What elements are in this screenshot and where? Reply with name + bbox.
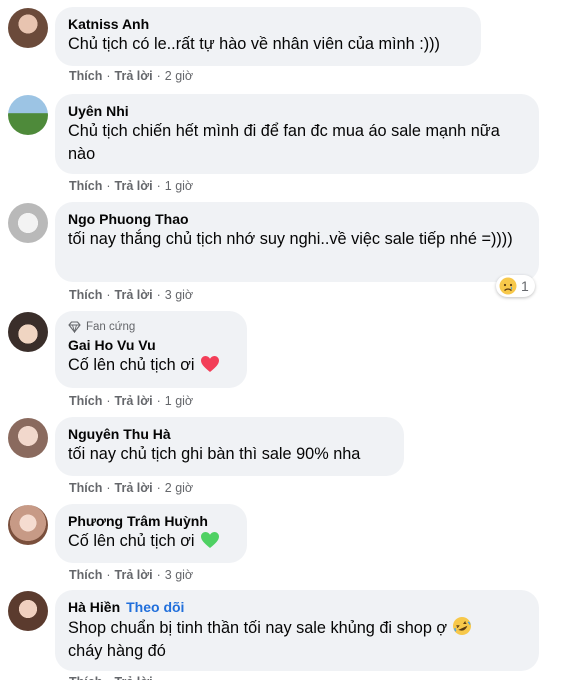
- comment-actions: Thích · Trả lời: [69, 675, 153, 680]
- top-fan-badge: Fan cứng: [68, 319, 234, 335]
- comment-author[interactable]: Uyên Nhi: [68, 102, 526, 120]
- comment-bubble: Phương Trâm Huỳnh Cố lên chủ tịch ơi: [55, 504, 247, 563]
- comment-text: Cố lên chủ tịch ơi: [68, 530, 234, 553]
- like-button[interactable]: Thích: [69, 481, 102, 495]
- avatar[interactable]: [8, 8, 48, 48]
- comment-text: Shop chuẩn bị tinh thần tối nay sale khủ…: [68, 616, 526, 640]
- follow-button[interactable]: Theo dõi: [126, 599, 184, 615]
- like-button[interactable]: Thích: [69, 69, 102, 83]
- comment-text-content: Cố lên chủ tịch ơi: [68, 356, 195, 374]
- comment-timestamp[interactable]: 3 giờ: [165, 568, 193, 582]
- separator: ·: [156, 69, 161, 83]
- avatar[interactable]: [8, 203, 48, 243]
- comment-timestamp[interactable]: 1 giờ: [165, 179, 193, 193]
- like-button[interactable]: Thích: [69, 675, 102, 680]
- avatar[interactable]: [8, 95, 48, 135]
- separator: ·: [156, 179, 161, 193]
- comment-text: tối nay chủ tịch ghi bàn thì sale 90% nh…: [68, 445, 361, 463]
- comment-bubble: Hà Hiền Theo dõi Shop chuẩn bị tinh thần …: [55, 590, 539, 671]
- comment-actions: Thích · Trả lời · 3 giờ: [69, 568, 193, 582]
- red-heart-icon: [200, 356, 219, 372]
- comment-actions: Thích · Trả lời · 1 giờ: [69, 179, 193, 193]
- separator: ·: [156, 394, 161, 408]
- comment-text: Chủ tịch có le..rất tự hào về nhân viên …: [68, 35, 440, 53]
- separator: ·: [156, 288, 161, 302]
- comment-text-line-2: cháy hàng đó: [68, 642, 166, 660]
- avatar[interactable]: [8, 591, 48, 631]
- comment-timestamp[interactable]: 2 giờ: [165, 481, 193, 495]
- reaction-count-number: 1: [521, 278, 529, 294]
- reply-button[interactable]: Trả lời: [115, 481, 153, 495]
- comment-bubble: Ngo Phuong Thao tối nay thắng chủ tịch n…: [55, 202, 539, 282]
- comment-actions: Thích · Trả lời · 2 giờ: [69, 481, 193, 495]
- comment-author[interactable]: Katniss Anh: [68, 15, 468, 33]
- rolling-laughing-icon: [453, 617, 472, 635]
- like-button[interactable]: Thích: [69, 179, 102, 193]
- green-heart-icon: [200, 532, 219, 548]
- separator: ·: [106, 394, 111, 408]
- separator: ·: [106, 481, 111, 495]
- comment-author[interactable]: Phương Trâm Huỳnh: [68, 512, 234, 530]
- diamond-icon: [68, 321, 81, 333]
- separator: ·: [106, 288, 111, 302]
- like-button[interactable]: Thích: [69, 568, 102, 582]
- comment-timestamp[interactable]: 2 giờ: [165, 69, 193, 83]
- comment-text: Cố lên chủ tịch ơi: [68, 354, 234, 377]
- avatar[interactable]: [8, 312, 48, 352]
- separator: ·: [106, 179, 111, 193]
- separator: ·: [156, 481, 161, 495]
- comment-timestamp[interactable]: 3 giờ: [165, 288, 193, 302]
- comment-text: tối nay thắng chủ tịch nhớ suy nghi..về …: [68, 230, 513, 248]
- avatar[interactable]: [8, 505, 48, 545]
- comment-author[interactable]: Ngo Phuong Thao: [68, 210, 526, 228]
- comment-actions: Thích · Trả lời · 3 giờ: [69, 288, 193, 302]
- reaction-count[interactable]: 1: [496, 275, 535, 297]
- comment-actions: Thích · Trả lời · 1 giờ: [69, 394, 193, 408]
- comment-actions: Thích · Trả lời · 2 giờ: [69, 69, 193, 83]
- comment-author[interactable]: Gai Ho Vu Vu: [68, 336, 234, 354]
- comment-bubble: Katniss Anh Chủ tịch có le..rất tự hào v…: [55, 7, 481, 66]
- separator: ·: [156, 568, 161, 582]
- sad-reaction-icon: [499, 277, 517, 295]
- comment-author[interactable]: Nguyên Thu Hà: [68, 425, 391, 443]
- comment-author[interactable]: Hà Hiền: [68, 599, 120, 615]
- separator: ·: [106, 675, 110, 680]
- comment-text-content: Shop chuẩn bị tinh thần tối nay sale khủ…: [68, 619, 448, 637]
- avatar[interactable]: [8, 418, 48, 458]
- like-button[interactable]: Thích: [69, 394, 102, 408]
- comment-text: Chủ tịch chiến hết mình đi để fan đc mua…: [68, 122, 500, 163]
- comment-bubble: Fan cứng Gai Ho Vu Vu Cố lên chủ tịch ơi: [55, 311, 247, 388]
- comment-bubble: Nguyên Thu Hà tối nay chủ tịch ghi bàn t…: [55, 417, 404, 476]
- reply-button[interactable]: Trả lời: [115, 288, 153, 302]
- reply-button[interactable]: Trả lời: [115, 69, 153, 83]
- reply-button[interactable]: Trả lời: [115, 179, 153, 193]
- comment-timestamp[interactable]: 1 giờ: [165, 394, 193, 408]
- badge-label: Fan cứng: [86, 321, 136, 333]
- comment-author-row: Hà Hiền Theo dõi: [68, 598, 526, 616]
- separator: ·: [106, 69, 111, 83]
- reply-button[interactable]: Trả lời: [115, 675, 153, 680]
- like-button[interactable]: Thích: [69, 288, 102, 302]
- comment-text-content: Cố lên chủ tịch ơi: [68, 532, 195, 550]
- reply-button[interactable]: Trả lời: [115, 394, 153, 408]
- separator: ·: [106, 568, 111, 582]
- comment-bubble: Uyên Nhi Chủ tịch chiến hết mình đi để f…: [55, 94, 539, 174]
- reply-button[interactable]: Trả lời: [115, 568, 153, 582]
